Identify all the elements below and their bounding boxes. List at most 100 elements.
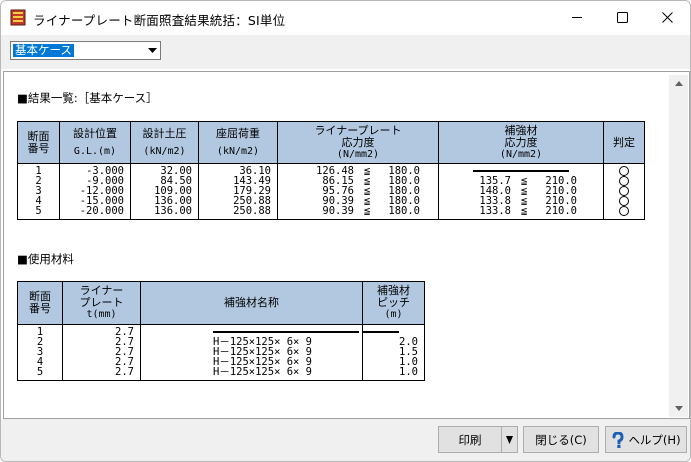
vertical-scrollbar[interactable] xyxy=(669,75,688,417)
header-unit: (m) xyxy=(384,309,403,320)
header-text: 補強材 xyxy=(504,123,538,137)
maximize-icon xyxy=(617,11,628,23)
window-title: ライナープレート断面照査結果統括：SI単位 xyxy=(33,13,286,28)
circle-icon xyxy=(619,186,629,196)
section-number: 5 xyxy=(35,205,42,217)
col-header-judgement: 判定 xyxy=(603,121,645,164)
header-text: 補強材名称 xyxy=(224,296,279,309)
close-icon xyxy=(662,11,673,23)
circle-icon xyxy=(619,166,629,176)
circle-icon xyxy=(619,176,629,186)
buckling-load-value: 250.88 xyxy=(233,205,271,217)
reinforcement-name-value: H－125×125× 6× 9 xyxy=(213,366,313,378)
close-button[interactable] xyxy=(645,1,690,33)
col-header-reinforcement: 補強材 応力度 (N/mm2) xyxy=(438,121,604,164)
header-unit: G.L.(m) xyxy=(73,145,117,157)
print-button-label: 印刷 xyxy=(458,432,482,447)
header-text: 番号 xyxy=(29,302,51,315)
cell-thickness: 2.7 2.7 2.7 2.7 2.7 xyxy=(62,324,141,381)
judgement-ok-icon xyxy=(604,206,644,216)
cell-pitch: 2.0 1.5 1.0 1.0 xyxy=(362,324,425,381)
help-icon xyxy=(612,431,624,448)
col-header-liner: ライナープレート 応力度 (N/mm2) xyxy=(277,121,439,164)
help-button[interactable]: ヘルプ(H) xyxy=(605,426,687,453)
chevron-down-icon xyxy=(506,435,513,444)
close-button-label: 閉じる(C) xyxy=(535,432,587,447)
header-text: ライナープレート xyxy=(314,123,402,137)
cell-judgement xyxy=(603,163,645,220)
title-bar: ライナープレート断面照査結果統括：SI単位 xyxy=(1,1,690,35)
liner-allowable-value: 180.0 xyxy=(388,205,420,217)
header-text: 断面 xyxy=(27,129,50,143)
results-content: ■結果一覧:［基本ケース］ 断面 番号 設計位置 G.L.(m) 設計土圧 (k… xyxy=(5,75,669,417)
cell-pressure: 32.00 84.50 109.00 136.00 136.00 xyxy=(130,163,199,220)
header-text: 応力度 xyxy=(504,135,538,149)
col-header-reinforcement-name: 補強材名称 xyxy=(140,281,363,325)
pitch-value: 1.0 xyxy=(399,366,418,378)
reinforcement-stress-row: 133.8 ≦ 210.0 xyxy=(473,205,603,217)
cell-section-no: 12345 xyxy=(17,324,63,381)
app-icon xyxy=(10,9,26,26)
header-text: プレート xyxy=(79,296,124,309)
header-text: ピッチ xyxy=(377,296,410,309)
judgement-ok-icon xyxy=(604,186,644,196)
header-unit: t(mm) xyxy=(86,309,117,320)
circle-icon xyxy=(619,206,629,216)
scroll-up-button[interactable] xyxy=(669,75,688,92)
col-header-pressure: 設計土圧 (kN/m2) xyxy=(130,121,199,164)
close-dialog-button[interactable]: 閉じる(C) xyxy=(523,426,599,453)
maximize-button[interactable] xyxy=(600,1,645,33)
header-unit: (N/mm2) xyxy=(336,148,380,160)
minimize-icon xyxy=(572,16,582,18)
design-position-value: -20.000 xyxy=(79,205,124,217)
header-text: 番号 xyxy=(27,141,50,155)
cell-buckling: 36.10 143.49 179.29 250.88 250.88 xyxy=(198,163,278,220)
header-text: 座屈荷重 xyxy=(216,126,260,140)
chevron-up-icon xyxy=(674,81,683,86)
le-symbol: ≦ xyxy=(520,205,528,217)
header-unit: (N/mm2) xyxy=(499,148,543,160)
scroll-down-button[interactable] xyxy=(669,400,688,417)
cell-position: -3.000 -9.000 -12.000 -15.000 -20.000 xyxy=(59,163,131,220)
judgement-ok-icon xyxy=(604,176,644,186)
header-unit: (kN/m2) xyxy=(216,145,260,157)
materials-heading: ■使用材料 xyxy=(17,252,74,266)
earth-pressure-value: 136.00 xyxy=(154,205,192,217)
header-text: 応力度 xyxy=(341,135,375,149)
liner-stress-row: 90.39 ≦ 180.0 xyxy=(312,205,438,217)
header-text: 設計土圧 xyxy=(142,126,187,140)
main-window: ライナープレート断面照査結果統括：SI単位 基本ケース ■結果一覧:［基本ケース… xyxy=(0,0,691,462)
reinforcement-allowable-value: 210.0 xyxy=(545,205,577,217)
minimize-button[interactable] xyxy=(555,1,600,33)
col-header-buckling: 座屈荷重 (kN/m2) xyxy=(198,121,278,164)
col-header-position: 設計位置 G.L.(m) xyxy=(59,121,131,164)
cell-section-no: 12345 xyxy=(17,163,60,220)
cell-reinforcement-name: H－125×125× 6× 9 H－125×125× 6× 9 H－125×125×… xyxy=(140,324,363,381)
chevron-down-icon xyxy=(674,406,683,411)
case-select-dropdown[interactable] xyxy=(144,42,160,59)
case-select[interactable]: 基本ケース xyxy=(10,41,161,60)
results-heading: ■結果一覧:［基本ケース］ xyxy=(17,91,158,105)
section-number: 5 xyxy=(36,366,44,378)
chevron-down-icon xyxy=(147,48,157,53)
results-table: 断面 番号 設計位置 G.L.(m) 設計土圧 (kN/m2) 座屈荷重 (kN… xyxy=(17,121,645,220)
header-text: 判定 xyxy=(613,135,635,149)
col-header-section: 断面 番号 xyxy=(17,281,63,325)
judgement-ok-icon xyxy=(604,196,644,206)
cell-liner: 126.48 ≦ 180.0 86.15 ≦ 180.0 95.76 ≦ 180.0 90.39 ≦… xyxy=(277,163,439,220)
col-header-pitch: 補強材 ピッチ (m) xyxy=(362,281,425,325)
judgement-ok-icon xyxy=(604,166,644,176)
le-symbol: ≦ xyxy=(363,205,371,217)
case-select-value: 基本ケース xyxy=(13,43,74,57)
reinforcement-stress-value: 133.8 xyxy=(479,205,511,217)
print-menu-button[interactable] xyxy=(501,426,518,453)
help-button-label: ヘルプ(H) xyxy=(628,432,681,447)
cell-reinforcement: 135.7 ≦ 210.0 148.0 ≦ 210.0 133.8 ≦ 210.0 133.8 ≦ 2… xyxy=(438,163,604,220)
col-header-liner-plate: ライナー プレート t(mm) xyxy=(62,281,141,325)
header-text: 設計位置 xyxy=(73,126,117,140)
materials-table: 断面 番号 ライナー プレート t(mm) 補強材名称 補強材 ピッチ (m) xyxy=(17,281,425,381)
thickness-value: 2.7 xyxy=(115,366,134,378)
liner-stress-value: 90.39 xyxy=(322,205,354,217)
col-header-section: 断面 番号 xyxy=(17,121,60,164)
header-unit: (kN/m2) xyxy=(143,145,186,157)
